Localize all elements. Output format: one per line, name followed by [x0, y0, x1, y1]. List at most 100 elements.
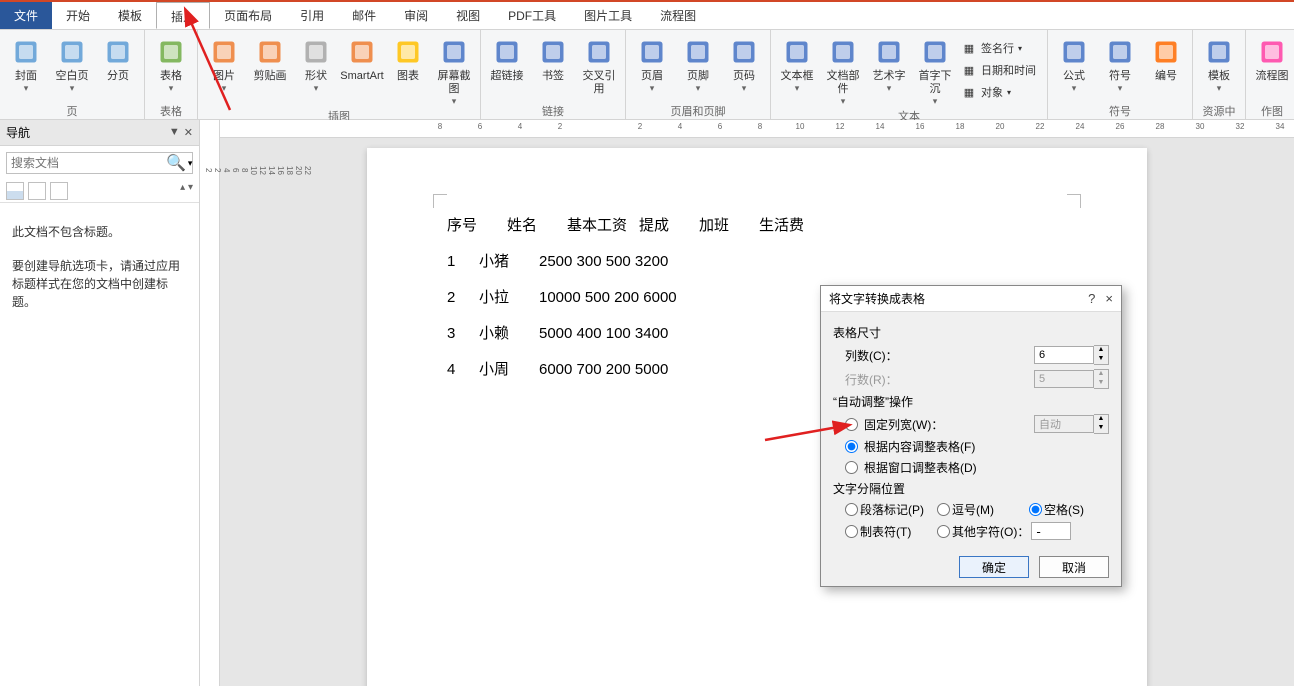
- search-icon[interactable]: 🔍: [166, 153, 186, 173]
- template-center-icon: [1203, 36, 1235, 68]
- sep-comma-label: 逗号(M): [952, 501, 994, 518]
- tab-references[interactable]: 引用: [286, 2, 338, 29]
- datetime-icon: ▦: [961, 62, 977, 78]
- equation-button[interactable]: 公式▾: [1054, 34, 1094, 101]
- tab-insert[interactable]: 插入: [156, 2, 210, 29]
- dialog-close-icon[interactable]: ×: [1105, 291, 1113, 306]
- tab-start[interactable]: 开始: [52, 2, 104, 29]
- nav-collapse-icon[interactable]: ▴ ▾: [180, 182, 193, 200]
- sep-other-label: 其他字符(O)：: [952, 523, 1029, 540]
- fit-window-radio[interactable]: [845, 461, 858, 474]
- symbol-icon: [1104, 36, 1136, 68]
- tab-template[interactable]: 模板: [104, 2, 156, 29]
- nav-dropdown-icon[interactable]: ▼: [169, 126, 180, 139]
- table-size-label: 表格尺寸: [833, 324, 1109, 341]
- sep-space-label: 空格(S): [1044, 501, 1084, 518]
- cross-ref-icon: [583, 36, 615, 68]
- footer-button[interactable]: 页脚▾: [678, 34, 718, 101]
- cross-ref-button[interactable]: 交叉引用: [579, 34, 619, 101]
- cover-page-button[interactable]: 封面▾: [6, 34, 46, 101]
- drop-cap-button[interactable]: 首字下沉▾: [915, 34, 955, 106]
- menu-tabs: 文件 开始 模板 插入 页面布局 引用 邮件 审阅 视图 PDF工具 图片工具 …: [0, 2, 1294, 30]
- group-label: 表格: [151, 101, 191, 117]
- datetime-button[interactable]: ▦日期和时间: [961, 60, 1041, 80]
- tab-page-layout[interactable]: 页面布局: [210, 2, 286, 29]
- cancel-button[interactable]: 取消: [1039, 556, 1109, 578]
- nav-search: 🔍 ▾: [6, 152, 193, 174]
- signature-button[interactable]: ▦签名行▾: [961, 38, 1041, 58]
- drop-cap-icon: [919, 36, 951, 68]
- object-icon: ▦: [961, 84, 977, 100]
- footer-icon: [682, 36, 714, 68]
- sep-comma-radio[interactable]: [937, 503, 950, 516]
- shapes-button[interactable]: 形状▾: [296, 34, 336, 106]
- tab-review[interactable]: 审阅: [390, 2, 442, 29]
- page-number-button[interactable]: 页码▾: [724, 34, 764, 101]
- chart-button[interactable]: 图表: [388, 34, 428, 106]
- blank-page-button[interactable]: 空白页▾: [52, 34, 92, 101]
- nav-empty-msg1: 此文档不包含标题。: [12, 223, 187, 241]
- navigation-pane: 导航 ▼ ✕ 🔍 ▾ ▴ ▾ 此文档不包含标题。 要创建导航选项卡，请通过应用标…: [0, 120, 200, 686]
- sep-space-radio[interactable]: [1029, 503, 1042, 516]
- page-break-icon: [102, 36, 134, 68]
- sep-other-input[interactable]: [1031, 522, 1071, 540]
- nav-view-headings[interactable]: [6, 182, 24, 200]
- nav-close-icon[interactable]: ✕: [184, 126, 193, 139]
- tab-flowchart[interactable]: 流程图: [646, 2, 710, 29]
- nav-view-results[interactable]: [50, 182, 68, 200]
- quick-parts-button[interactable]: 文档部件▾: [823, 34, 863, 106]
- hyperlink-button[interactable]: 超链接: [487, 34, 527, 101]
- smartart-button[interactable]: SmartArt: [342, 34, 382, 106]
- columns-label: 列数(C)：: [845, 347, 925, 364]
- vertical-ruler[interactable]: 2246810121416182022: [200, 120, 220, 686]
- page-break-button[interactable]: 分页: [98, 34, 138, 101]
- nav-view-pages[interactable]: [28, 182, 46, 200]
- template-center-button[interactable]: 模板▾: [1199, 34, 1239, 101]
- bookmark-button[interactable]: 书签: [533, 34, 573, 101]
- screenshot-button[interactable]: 屏幕截图▾: [434, 34, 474, 106]
- sep-tab-radio[interactable]: [845, 525, 858, 538]
- tab-picture-tools[interactable]: 图片工具: [570, 2, 646, 29]
- table-row: 1小猪2500 300 500 3200: [447, 244, 1067, 280]
- nav-title: 导航: [6, 124, 30, 141]
- search-dropdown-icon[interactable]: ▾: [188, 158, 193, 169]
- sep-paragraph-radio[interactable]: [845, 503, 858, 516]
- sep-other-radio[interactable]: [937, 525, 950, 538]
- ok-button[interactable]: 确定: [959, 556, 1029, 578]
- hyperlink-icon: [491, 36, 523, 68]
- tab-view[interactable]: 视图: [442, 2, 494, 29]
- tab-file[interactable]: 文件: [0, 2, 52, 29]
- table-header-cell: 基本工资: [567, 208, 627, 244]
- rows-label: 行数(R)：: [845, 371, 925, 388]
- fit-content-radio[interactable]: [845, 440, 858, 453]
- blank-page-icon: [56, 36, 88, 68]
- word-art-button[interactable]: 艺术字▾: [869, 34, 909, 106]
- group-label: 资源中心: [1199, 101, 1239, 117]
- convert-text-to-table-dialog: 将文字转换成表格 ? × 表格尺寸 列数(C)： ▲▼ 行数(R)： ▲▼ “自…: [820, 285, 1122, 587]
- search-input[interactable]: [11, 156, 166, 170]
- clip-art-button[interactable]: 剪贴画: [250, 34, 290, 106]
- fixed-width-radio[interactable]: [845, 418, 858, 431]
- table-button[interactable]: 表格▾: [151, 34, 191, 101]
- columns-up-icon[interactable]: ▲: [1094, 346, 1108, 355]
- tab-pdf[interactable]: PDF工具: [494, 2, 570, 29]
- columns-down-icon[interactable]: ▼: [1094, 355, 1108, 364]
- quick-parts-icon: [827, 36, 859, 68]
- object-button[interactable]: ▦对象▾: [961, 82, 1041, 102]
- fixed-width-label: 固定列宽(W)：: [864, 416, 943, 433]
- tab-mail[interactable]: 邮件: [338, 2, 390, 29]
- group-label: 作图: [1252, 101, 1292, 117]
- flowchart-button[interactable]: 流程图: [1252, 34, 1292, 101]
- columns-input[interactable]: [1034, 346, 1094, 364]
- shapes-icon: [300, 36, 332, 68]
- header-button[interactable]: 页眉▾: [632, 34, 672, 101]
- symbol-button[interactable]: 符号▾: [1100, 34, 1140, 101]
- horizontal-ruler[interactable]: 8642246810121416182022242628303234363840…: [220, 120, 1294, 138]
- ribbon: 封面▾空白页▾分页页表格▾表格图片▾剪贴画形状▾SmartArt图表屏幕截图▾插…: [0, 30, 1294, 120]
- group-label: 页眉和页脚: [632, 101, 764, 117]
- text-box-button[interactable]: 文本框▾: [777, 34, 817, 106]
- dialog-help-icon[interactable]: ?: [1088, 291, 1095, 306]
- number-button[interactable]: 编号: [1146, 34, 1186, 101]
- fit-content-label: 根据内容调整表格(F): [864, 438, 975, 455]
- picture-button[interactable]: 图片▾: [204, 34, 244, 106]
